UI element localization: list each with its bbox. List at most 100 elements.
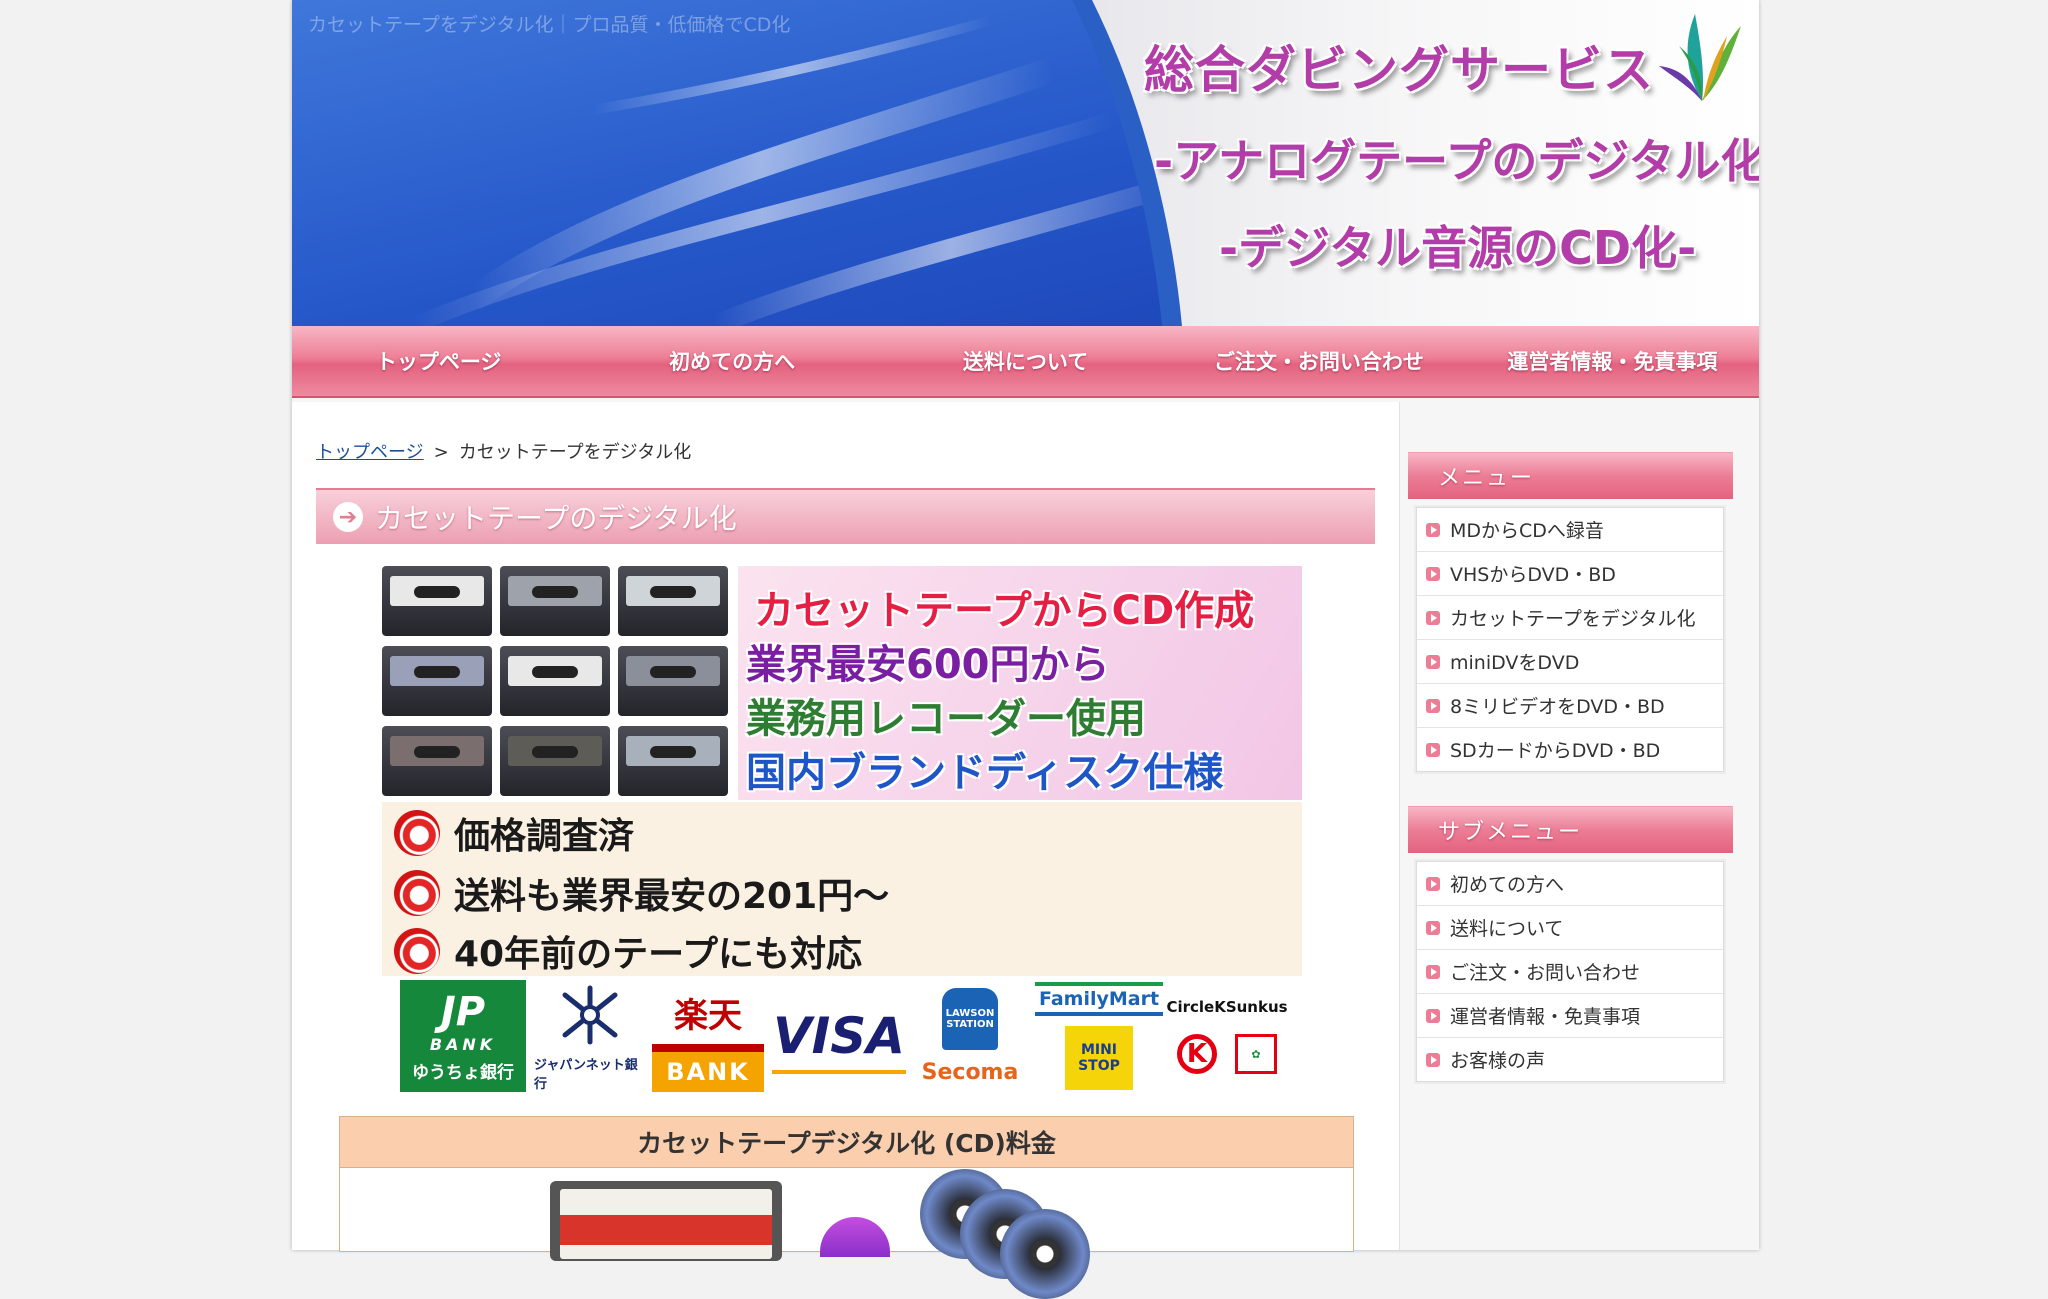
sidebar-item-sdcard[interactable]: SDカードからDVD・BD [1417, 728, 1723, 771]
feature-item: 40年前のテープにも対応 [394, 924, 862, 978]
cassette-image [618, 566, 728, 636]
bullet-arrow-icon [1426, 522, 1440, 537]
rakuten-bank-logo: 楽天 BANK [652, 980, 764, 1092]
swirl-icon [394, 928, 440, 974]
cassette-image [618, 726, 728, 796]
bullet-arrow-icon [1426, 920, 1440, 935]
familymart-logo: FamilyMart [1035, 982, 1163, 1016]
arrow-right-circle-icon: ➔ [333, 502, 363, 532]
bullet-arrow-icon [1426, 964, 1440, 979]
bullet-arrow-icon [1426, 566, 1440, 581]
swirl-icon [394, 810, 440, 856]
breadcrumb-home-link[interactable]: トップページ [316, 442, 424, 463]
cassette-tape-image [550, 1181, 782, 1261]
jp-bank-name: ゆうちょ銀行 [412, 1063, 514, 1083]
lawson-logo: LAWSON STATION [942, 987, 998, 1050]
promo-disc: 国内ブランドディスク仕様 [746, 750, 1224, 796]
bullet-arrow-icon [1426, 698, 1440, 713]
nav-item-first-time[interactable]: 初めての方へ [585, 326, 878, 396]
page-title: カセットテープのデジタル化 [375, 502, 737, 535]
sidebar-item-label: SDカードからDVD・BD [1450, 740, 1661, 762]
sidebar-item-first-time[interactable]: 初めての方へ [1417, 862, 1723, 906]
site-tagline: カセットテープをデジタル化｜プロ品質・低価格でCD化 [308, 14, 791, 36]
seicomart-logo: Secoma [921, 1059, 1019, 1085]
japannet-bank-logo: ジャパンネット銀行 [534, 980, 646, 1092]
feature-text: 40年前のテープにも対応 [454, 934, 862, 975]
cassette-image [618, 646, 728, 716]
sidebar-item-label: お客様の声 [1450, 1050, 1546, 1072]
breadcrumb: トップページ > カセットテープをデジタル化 [316, 438, 691, 464]
cassette-image [382, 566, 492, 636]
jp-bank-mark: JP [440, 989, 486, 1035]
bullet-arrow-icon [1426, 610, 1440, 625]
sidebar-item-operator-info[interactable]: 運営者情報・免責事項 [1417, 994, 1723, 1038]
sunkus-logo-icon: ✿ [1235, 1034, 1277, 1074]
feature-list: 価格調査済 送料も業界最安の201円〜 40年前のテープにも対応 [382, 802, 1302, 976]
bullet-arrow-icon [1426, 742, 1440, 757]
cassette-image [500, 566, 610, 636]
sidebar-submenu-list: 初めての方へ 送料について ご注文・お問い合わせ 運営者情報・免責事項 お客様の… [1416, 861, 1724, 1082]
familymart-ministop-logo: FamilyMart MINI STOP [1034, 980, 1164, 1092]
page-heading-bar: ➔ カセットテープのデジタル化 [316, 488, 1375, 544]
jp-bank-logo: JP BANK ゆうちょ銀行 [400, 980, 526, 1092]
sidebar-item-order-contact[interactable]: ご注文・お問い合わせ [1417, 950, 1723, 994]
sidebar-item-label: 送料について [1450, 918, 1564, 940]
sidebar-submenu-title: サブメニュー [1408, 806, 1733, 853]
circlek-sunkus-text: CircleKSunkus [1166, 998, 1288, 1016]
global-nav: トップページ 初めての方へ 送料について ご注文・お問い合わせ 運営者情報・免責… [292, 326, 1759, 398]
rakuten-mark: 楽天 [652, 980, 764, 1044]
sidebar-item-label: ご注文・お問い合わせ [1450, 962, 1641, 984]
nav-item-top[interactable]: トップページ [292, 326, 585, 396]
sidebar-menu-title: メニュー [1408, 452, 1733, 499]
sidebar-item-label: 初めての方へ [1450, 874, 1565, 896]
cd-discs-image [920, 1169, 1090, 1299]
sidebar-item-vhs-to-dvd[interactable]: VHSからDVD・BD [1417, 552, 1723, 596]
nav-item-order-contact[interactable]: ご注文・お問い合わせ [1172, 326, 1465, 396]
ministop-logo: MINI STOP [1065, 1026, 1133, 1090]
service-banner: カセットテープからCD作成 業界最安600円から 業務用レコーダー使用 国内ブラ… [382, 566, 1302, 976]
lawson-seicomart-logo: LAWSON STATION Secoma [920, 980, 1020, 1092]
promo-box: カセットテープからCD作成 業界最安600円から 業務用レコーダー使用 国内ブラ… [738, 566, 1302, 800]
breadcrumb-current: カセットテープをデジタル化 [458, 442, 692, 463]
sidebar-item-label: カセットテープをデジタル化 [1450, 608, 1696, 630]
payment-logos: JP BANK ゆうちょ銀行 ジャパンネット銀行 楽天 BANK VISA LA… [400, 980, 1288, 1095]
sidebar-item-label: 運営者情報・免責事項 [1450, 1006, 1641, 1028]
sidebar-item-customer-voice[interactable]: お客様の声 [1417, 1038, 1723, 1081]
sidebar-item-minidv[interactable]: miniDVをDVD [1417, 640, 1723, 684]
sidebar-item-label: MDからCDへ録音 [1450, 520, 1604, 542]
hero-subtitle-1: -アナログテープのデジタル化- [1154, 134, 1759, 188]
nav-item-operator-info[interactable]: 運営者情報・免責事項 [1466, 326, 1759, 396]
swirl-icon [394, 870, 440, 916]
feature-item: 価格調査済 [394, 806, 634, 860]
promo-headline: カセットテープからCD作成 [754, 588, 1255, 634]
sidebar-item-8mm[interactable]: 8ミリビデオをDVD・BD [1417, 684, 1723, 728]
bullet-arrow-icon [1426, 1052, 1440, 1067]
sidebar-item-cassette[interactable]: カセットテープをデジタル化 [1417, 596, 1723, 640]
bullet-arrow-icon [1426, 654, 1440, 669]
hero-subtitle-2: -デジタル音源のCD化- [1219, 221, 1697, 275]
feature-text: 価格調査済 [454, 816, 635, 857]
sidebar-item-label: 8ミリビデオをDVD・BD [1450, 696, 1665, 718]
hero-title: 総合ダビングサービス [1144, 41, 1654, 99]
rakuten-bank-text: BANK [652, 1052, 764, 1092]
sidebar-item-shipping[interactable]: 送料について [1417, 906, 1723, 950]
price-table: カセットテープデジタル化 (CD)料金 [339, 1116, 1354, 1299]
breadcrumb-separator: > [433, 442, 449, 463]
feature-item: 送料も業界最安の201円〜 [394, 866, 889, 920]
visa-logo: VISA [768, 980, 910, 1092]
arrow-icon [820, 1217, 890, 1257]
main-content: トップページ > カセットテープをデジタル化 ➔ カセットテープのデジタル化 カセッ… [292, 402, 1400, 1299]
nav-item-shipping[interactable]: 送料について [879, 326, 1172, 396]
sidebar-menu: メニュー MDからCDへ録音 VHSからDVD・BD カセットテープをデジタル化… [1408, 452, 1733, 772]
sidebar-item-label: miniDVをDVD [1450, 652, 1580, 674]
bullet-arrow-icon [1426, 1008, 1440, 1023]
sidebar-item-md-to-cd[interactable]: MDからCDへ録音 [1417, 508, 1723, 552]
cassette-image [500, 726, 610, 796]
visa-text: VISA [772, 1007, 905, 1065]
site-header: カセットテープをデジタル化｜プロ品質・低価格でCD化 総合ダビングサービス -ア… [292, 0, 1759, 326]
promo-recorder: 業務用レコーダー使用 [746, 696, 1146, 742]
cassette-image [382, 726, 492, 796]
circlek-logo: K [1177, 1034, 1217, 1074]
promo-price: 業界最安600円から [746, 642, 1110, 688]
japannet-bank-icon [562, 985, 618, 1045]
